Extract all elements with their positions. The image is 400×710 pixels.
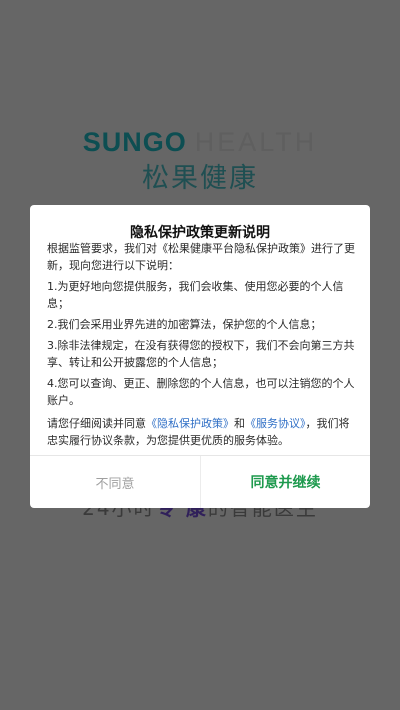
list-item: 4.您可以查询、更正、删除您的个人信息，也可以注销您的个人账户。 [47,377,355,407]
brand-logo-chinese: 松果健康 [142,163,258,194]
list-item: 1.为更好地向您提供服务，我们会收集、使用您必要的个人信息； [47,280,344,310]
list-item: 3.除非法律规定，在没有获得您的授权下，我们不会向第三方共享、转让和公开披露您的… [47,339,355,369]
dialog-body: 根据监管要求，我们对《松果健康平台隐私保护政策》进行了更新，现向您进行以下说明：… [47,240,355,453]
brand-logo-english: SUNGO HEALTH [0,126,400,158]
intro-text: 根据监管要求，我们对《松果健康平台隐私保护政策》进行了更新，现向您进行以下说明： [47,242,355,272]
closing-text: 请您仔细阅读并同意《隐私保护政策》和《服务协议》，我们将忠实履行协议条款，为您提… [47,415,355,449]
decline-button[interactable]: 不同意 [30,456,200,508]
logo-word-health: HEALTH [194,127,318,157]
and-text: 和 [234,417,245,430]
accept-continue-button[interactable]: 同意并继续 [201,456,370,508]
dialog-title: 隐私保护政策更新说明 [130,225,270,241]
list-item: 2.我们会采用业界先进的加密算法，保护您的个人信息； [47,318,322,331]
service-agreement-link[interactable]: 《服务协议》 [245,417,306,430]
privacy-policy-dialog: 隐私保护政策更新说明 根据监管要求，我们对《松果健康平台隐私保护政策》进行了更新… [30,205,370,508]
privacy-policy-link[interactable]: 《隐私保护政策》 [146,417,234,430]
logo-word-sungo: SUNGO [82,127,187,157]
closing-prefix: 请您仔细阅读并同意 [47,417,146,430]
